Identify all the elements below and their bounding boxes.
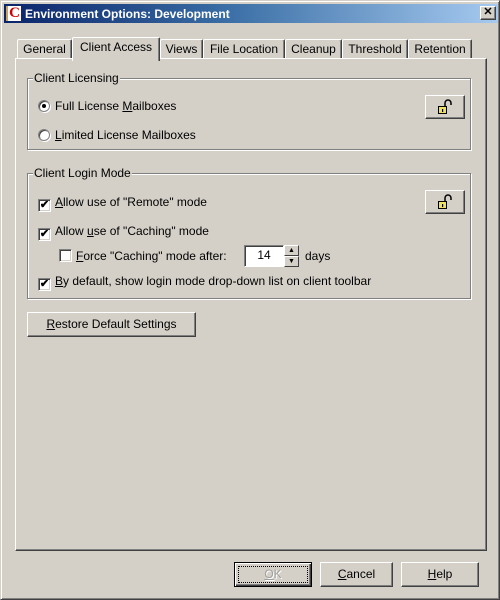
label-text: y default, show login mode drop-down lis… (63, 274, 372, 288)
label-text: llow use of "Remote" mode (63, 195, 207, 209)
tab-label: Client Access (79, 40, 153, 54)
mnemonic: L (55, 128, 62, 142)
title-bar[interactable]: C Environment Options: Development ✕ (4, 4, 498, 23)
close-button[interactable]: ✕ (480, 6, 496, 20)
focus-rect (238, 566, 308, 583)
label-text: Allow (55, 224, 88, 238)
checkbox-checked-icon: ✔ (38, 278, 51, 291)
app-icon: C (6, 6, 21, 21)
force-caching-days-input[interactable]: 14 (244, 245, 284, 267)
window-title: Environment Options: Development (25, 7, 230, 21)
mnemonic: M (122, 99, 133, 113)
tab-retention[interactable]: Retention (408, 39, 472, 59)
spin-up-button[interactable]: ▲ (284, 245, 299, 256)
label-text: estore Default Settings (55, 317, 177, 331)
licensing-lock-button[interactable] (425, 95, 465, 119)
checkbox-checked-icon: ✔ (38, 199, 51, 212)
spin-down-button[interactable]: ▼ (284, 256, 299, 267)
client-licensing-group: Client Licensing Full License Mailboxes … (27, 71, 471, 150)
label-text: elp (436, 567, 453, 581)
login-mode-lock-button[interactable] (425, 190, 465, 214)
radio-selected-icon (38, 100, 50, 112)
dialog-window: C Environment Options: Development ✕ Gen… (0, 0, 500, 600)
close-icon: ✕ (483, 6, 493, 18)
tab-label: Cleanup (291, 42, 336, 56)
tab-threshold[interactable]: Threshold (342, 39, 408, 59)
label-text: se of "Caching" mode (93, 224, 209, 238)
tab-label: File Location (209, 42, 279, 56)
label-text: imited License Mailboxes (61, 128, 196, 142)
checkbox-show-dropdown[interactable]: ✔ By default, show login mode drop-down l… (38, 273, 372, 291)
tab-label: Threshold (348, 42, 402, 56)
label-text: ancel (346, 567, 376, 581)
radio-unselected-icon (38, 129, 50, 141)
checkbox-allow-caching[interactable]: ✔ Allow use of "Caching" mode (38, 223, 209, 241)
arrow-up-icon: ▲ (288, 247, 295, 254)
tab-views[interactable]: Views (160, 39, 203, 59)
checkbox-checked-icon: ✔ (38, 228, 51, 241)
restore-default-settings-button[interactable]: Restore Default Settings (27, 312, 196, 337)
help-button[interactable]: Help (401, 562, 479, 587)
ok-button[interactable]: OK (234, 562, 312, 587)
checkbox-unchecked-icon (59, 249, 72, 262)
mnemonic: u (87, 224, 94, 238)
tab-cleanup[interactable]: Cleanup (285, 39, 342, 59)
mnemonic: R (46, 317, 56, 331)
checkbox-force-caching[interactable]: Force "Caching" mode after: (59, 248, 227, 264)
client-login-mode-group: Client Login Mode ✔ Allow use of "Remote"… (27, 166, 471, 299)
group-label: Client Licensing (33, 71, 120, 85)
tab-client-access[interactable]: Client Access (72, 37, 160, 61)
arrow-down-icon: ▼ (288, 258, 295, 265)
checkbox-allow-remote[interactable]: ✔ Allow use of "Remote" mode (38, 194, 207, 212)
tab-general[interactable]: General (17, 39, 72, 59)
label-text: ailboxes (132, 99, 177, 113)
cancel-button[interactable]: Cancel (320, 562, 393, 587)
mnemonic: A (55, 195, 64, 209)
days-label: days (305, 249, 331, 263)
tab-label: General (23, 42, 66, 56)
unlocked-padlock-icon (438, 99, 452, 114)
group-label: Client Login Mode (33, 166, 132, 180)
radio-limited-license[interactable]: Limited License Mailboxes (38, 127, 196, 143)
label-text: orce "Caching" mode after: (83, 249, 227, 263)
unlocked-padlock-icon (438, 194, 452, 209)
radio-full-license[interactable]: Full License Mailboxes (38, 98, 176, 114)
tab-label: Retention (414, 42, 466, 56)
mnemonic: B (55, 274, 64, 288)
label-text: Full License (55, 99, 123, 113)
tab-file-location[interactable]: File Location (203, 39, 285, 59)
tab-label: Views (165, 42, 198, 56)
